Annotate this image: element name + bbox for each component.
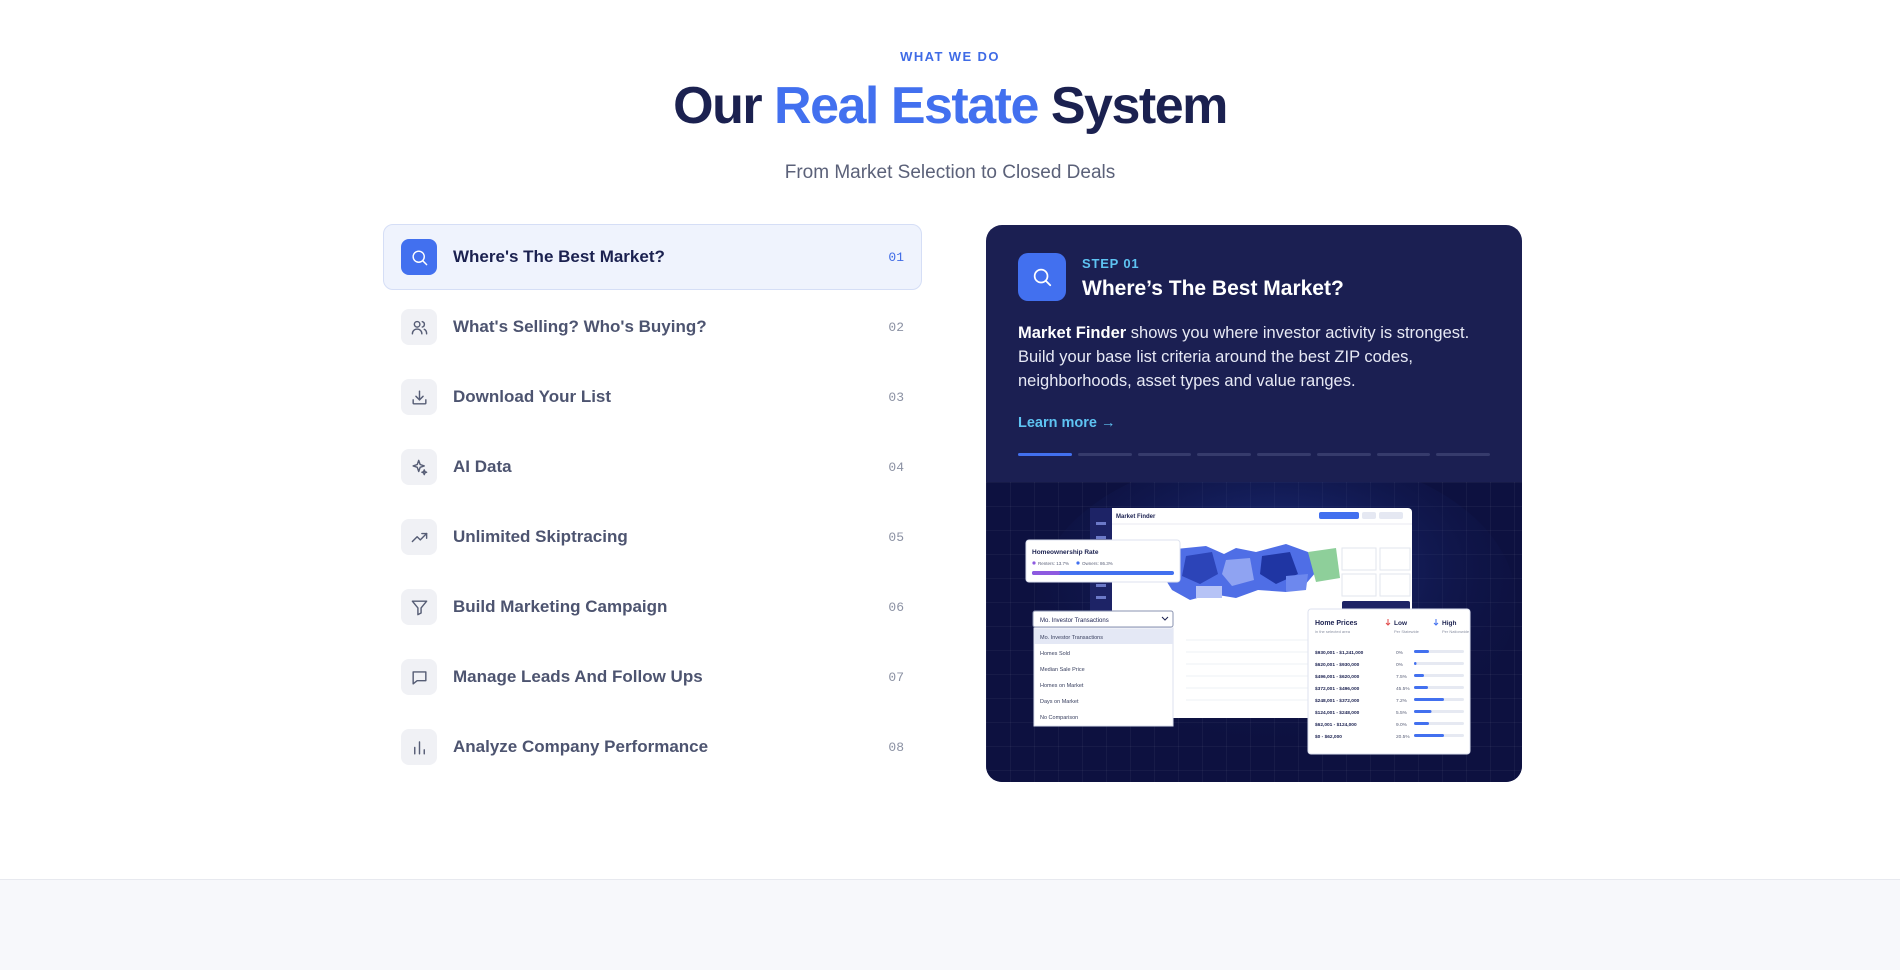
price-bar-fill: [1414, 698, 1444, 701]
renters-legend: Renters: 13.7%: [1038, 561, 1069, 566]
filter-icon: [401, 589, 437, 625]
trend-up-icon: [401, 519, 437, 555]
step-item-best-market[interactable]: Where's The Best Market? 01: [383, 224, 922, 290]
product-screenshot: Market Finder Homeownership Rate Renters…: [986, 482, 1522, 782]
learn-more-link[interactable]: Learn more →: [1018, 415, 1116, 431]
step-number: 05: [888, 529, 904, 545]
price-bar-fill: [1414, 710, 1432, 713]
card-title: Where’s The Best Market?: [1082, 277, 1344, 300]
title-accent: Real Estate: [774, 77, 1039, 135]
users-icon: [401, 309, 437, 345]
section-eyebrow: WHAT WE DO: [900, 49, 1000, 64]
step-label: AI Data: [453, 457, 512, 476]
price-bar-fill: [1414, 650, 1429, 653]
progress-segment[interactable]: [1316, 453, 1371, 456]
dropdown-option[interactable]: Days on Market: [1040, 699, 1079, 705]
dropdown-option[interactable]: No Comparison: [1040, 715, 1078, 721]
step-number: 01: [888, 249, 904, 265]
price-percent: 5.5%: [1396, 710, 1408, 716]
chat-icon: [401, 659, 437, 695]
card-description: Market Finder shows you where investor a…: [1018, 321, 1498, 393]
progress-segment[interactable]: [1077, 453, 1132, 456]
progress-segment[interactable]: [1257, 453, 1311, 456]
title-suffix: System: [1037, 77, 1229, 135]
price-bar-fill: [1414, 686, 1428, 689]
search-icon: [1018, 253, 1066, 301]
step-item-whats-selling[interactable]: What's Selling? Who's Buying? 02: [383, 294, 922, 360]
step-item-analyze-performance[interactable]: Analyze Company Performance 08: [383, 714, 922, 780]
steps-list: Where's The Best Market? 01 What's Selli…: [383, 224, 922, 784]
price-range: $248,001 - $372,000: [1315, 698, 1360, 704]
price-percent: 7.2%: [1396, 698, 1408, 704]
step-number: 08: [888, 739, 904, 755]
dropdown-selected: Mo. Investor Transactions: [1040, 618, 1109, 624]
card-desc-bold: Market Finder: [1018, 324, 1127, 342]
app-title: Market Finder: [1116, 514, 1156, 520]
step-label: Analyze Company Performance: [453, 737, 709, 756]
step-label: Manage Leads And Follow Ups: [453, 667, 703, 686]
progress-segment[interactable]: [1436, 453, 1490, 456]
dropdown-option[interactable]: Mo. Investor Transactions: [1040, 635, 1103, 641]
low-sublabel: Per Statewide: [1394, 629, 1420, 634]
price-range: $620,001 - $930,000: [1315, 662, 1360, 668]
price-percent: 20.5%: [1396, 734, 1410, 740]
progress-segment[interactable]: [1137, 453, 1192, 456]
step-number: 04: [888, 459, 904, 475]
step-label: Unlimited Skiptracing: [453, 527, 628, 546]
dropdown-option[interactable]: Homes Sold: [1040, 651, 1070, 657]
card-step-label: STEP 01: [1082, 256, 1140, 271]
step-number: 07: [888, 669, 904, 685]
price-range: $496,001 - $620,000: [1315, 674, 1360, 680]
step-item-manage-leads[interactable]: Manage Leads And Follow Ups 07: [383, 644, 922, 710]
download-icon: [401, 379, 437, 415]
home-prices-subtitle: in the selected area: [1315, 629, 1351, 634]
dropdown-option[interactable]: Homes on Market: [1040, 683, 1084, 689]
step-item-marketing-campaign[interactable]: Build Marketing Campaign 06: [383, 574, 922, 640]
home-prices-title: Home Prices: [1315, 620, 1358, 627]
price-percent: 7.5%: [1396, 674, 1408, 680]
step-item-download-list[interactable]: Download Your List 03: [383, 364, 922, 430]
high-label: High: [1442, 620, 1456, 627]
title-prefix: Our: [673, 77, 775, 135]
step-item-skiptracing[interactable]: Unlimited Skiptracing 05: [383, 504, 922, 570]
step-number: 02: [888, 319, 904, 335]
progress-segment[interactable]: [1376, 453, 1431, 456]
homeownership-title: Homeownership Rate: [1032, 549, 1099, 556]
price-range: $124,001 - $248,000: [1315, 710, 1360, 716]
price-range: $372,001 - $496,000: [1315, 686, 1360, 692]
price-percent: 0%: [1396, 650, 1404, 656]
section-title: Our Real Estate System: [0, 76, 1900, 136]
high-sublabel: Per Nationwide: [1442, 629, 1470, 634]
low-label: Low: [1394, 620, 1408, 627]
step-label: Download Your List: [453, 387, 612, 406]
progress-segment[interactable]: [1018, 453, 1072, 456]
section-subtitle: From Market Selection to Closed Deals: [784, 162, 1116, 183]
price-bar-track: [1414, 662, 1464, 665]
step-number: 03: [888, 389, 904, 405]
bar-chart-icon: [401, 729, 437, 765]
price-range: $930,001 - $1,241,000: [1315, 650, 1364, 656]
price-range: $62,001 - $124,000: [1315, 722, 1357, 728]
price-percent: 45.5%: [1396, 686, 1410, 692]
price-percent: 0%: [1396, 662, 1404, 668]
owners-legend: Owners: 86.3%: [1082, 561, 1113, 566]
step-number: 06: [888, 599, 904, 615]
step-label: Where's The Best Market?: [453, 247, 665, 266]
price-bar-fill: [1414, 662, 1417, 665]
progress-segment[interactable]: [1197, 453, 1251, 456]
sparkle-icon: [401, 449, 437, 485]
price-bar-fill: [1414, 674, 1424, 677]
price-percent: 9.0%: [1396, 722, 1408, 728]
next-section-band: [0, 879, 1900, 970]
step-detail-card: STEP 01 Where’s The Best Market? Market …: [986, 225, 1522, 782]
step-label: What's Selling? Who's Buying?: [453, 317, 707, 336]
search-icon: [401, 239, 437, 275]
step-label: Build Marketing Campaign: [453, 597, 668, 616]
step-progress: [1018, 453, 1490, 456]
price-range: $0 - $62,000: [1315, 734, 1342, 740]
step-item-ai-data[interactable]: AI Data 04: [383, 434, 922, 500]
dropdown-option[interactable]: Median Sale Price: [1040, 667, 1085, 673]
price-bar-fill: [1414, 722, 1429, 725]
price-bar-fill: [1414, 734, 1444, 737]
